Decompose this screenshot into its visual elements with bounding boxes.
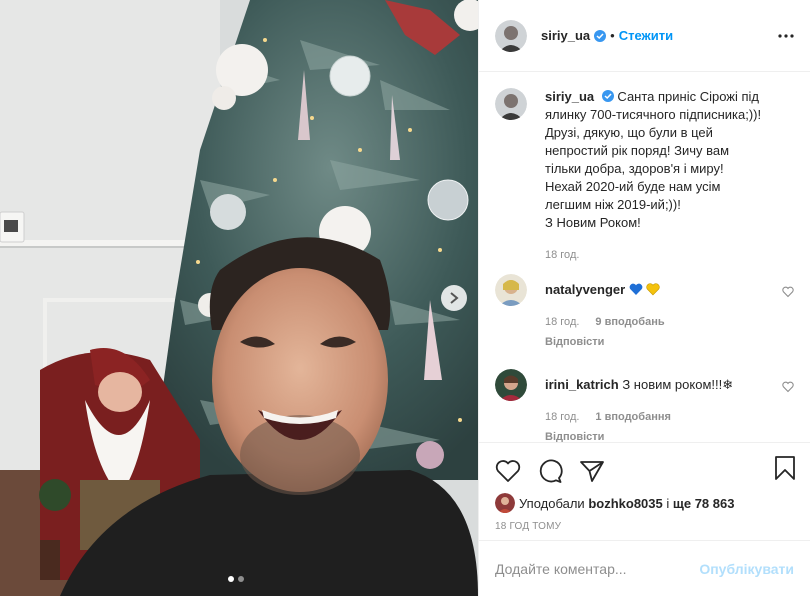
caption-line: тільки добра, здоров'я і миру! — [545, 161, 724, 176]
caption-line: Друзі, дякую, що були в цей — [545, 125, 713, 140]
liker-username[interactable]: bozhko8035 — [588, 496, 662, 511]
caption-username[interactable]: siriy_ua — [545, 89, 594, 104]
caption-line: Санта приніс Сірожі під — [617, 89, 760, 104]
caption-line: ялинку 700-тисячного підписника;))! — [545, 107, 762, 122]
action-icons — [479, 443, 810, 487]
follow-button[interactable]: Стежити — [619, 28, 673, 43]
commenter-avatar[interactable] — [495, 274, 527, 306]
likes-prefix: Уподобали — [519, 495, 585, 511]
post-header: siriy_ua • Стежити — [479, 0, 810, 72]
post-caption: siriy_ua Санта приніс Сірожі під ялинку … — [495, 88, 794, 264]
carousel-next-button[interactable] — [441, 285, 467, 311]
comment-meta: 18 год. 9 вподобань — [545, 313, 794, 331]
comment-text: З новим роком!!!❄ — [622, 377, 734, 392]
caption-line: непростий рік поряд! Зичу вам — [545, 143, 730, 158]
author-avatar[interactable] — [495, 88, 527, 120]
caption-line: З Новим Роком! — [545, 215, 641, 230]
comment-likes[interactable]: 1 вподобання — [595, 408, 670, 426]
comment-item: irini_katrich З новим роком!!!❄ 18 год. … — [495, 369, 794, 442]
photo-image — [0, 0, 478, 596]
post-time-ago[interactable]: 18 ГОД ТОМУ — [479, 515, 810, 532]
comment-meta: 18 год. 1 вподобання — [545, 408, 794, 426]
likes-summary: Уподобали bozhko8035 і ще 78 863 — [479, 487, 810, 515]
post-actions: Уподобали bozhko8035 і ще 78 863 18 ГОД … — [479, 442, 810, 596]
liker-avatar[interactable] — [495, 493, 515, 513]
comment-username[interactable]: natalyvenger — [545, 282, 625, 297]
comment-item: natalyvenger 18 год. 9 вподобань Відпові… — [495, 274, 794, 351]
caption-line: легшим ніж 2019-ий;))! — [545, 197, 681, 212]
heart-icon[interactable] — [495, 458, 521, 484]
comments-list: siriy_ua Санта приніс Сірожі під ялинку … — [479, 72, 810, 442]
next-arrow-icon — [450, 292, 459, 304]
author-username[interactable]: siriy_ua — [541, 28, 590, 43]
comment-likes[interactable]: 9 вподобань — [595, 313, 664, 331]
comment-icon[interactable] — [537, 458, 563, 484]
carousel-dot-active — [228, 576, 234, 582]
publish-button[interactable]: Опублікувати — [699, 561, 794, 577]
verified-icon — [594, 29, 607, 42]
author-avatar[interactable] — [495, 19, 527, 52]
comment-like-heart-icon[interactable] — [782, 286, 794, 298]
carousel-dot — [238, 576, 244, 582]
caption-line: Нехай 2020-ий буде нам усім — [545, 179, 721, 194]
post-photo[interactable] — [0, 0, 478, 596]
post-side-panel: siriy_ua • Стежити siriy_ua Санта приніс… — [478, 0, 810, 596]
comment-input[interactable] — [495, 560, 700, 577]
yellow-heart-icon — [646, 283, 661, 296]
follow-separator: • — [610, 28, 615, 43]
carousel-dots — [228, 576, 244, 582]
share-icon[interactable] — [579, 458, 605, 484]
commenter-avatar[interactable] — [495, 369, 527, 401]
likes-count[interactable]: ще 78 863 — [673, 496, 735, 511]
comment-body: natalyvenger 18 год. 9 вподобань Відпові… — [545, 274, 794, 351]
comment-like-heart-icon[interactable] — [782, 381, 794, 393]
reply-button[interactable]: Відповісти — [545, 428, 794, 442]
reply-button[interactable]: Відповісти — [545, 333, 794, 351]
comment-time: 18 год. — [545, 411, 580, 423]
caption-time: 18 год. — [545, 249, 580, 261]
comment-body: irini_katrich З новим роком!!!❄ 18 год. … — [545, 369, 794, 442]
verified-icon — [601, 90, 614, 102]
save-icon[interactable] — [774, 455, 796, 481]
more-icon[interactable] — [778, 28, 794, 44]
comment-time: 18 год. — [545, 316, 580, 328]
comment-username[interactable]: irini_katrich — [545, 377, 619, 392]
blue-heart-icon — [629, 283, 643, 295]
likes-mid: і — [666, 495, 670, 511]
caption-body: siriy_ua Санта приніс Сірожі під ялинку … — [545, 88, 794, 264]
add-comment-bar: Опублікувати — [479, 540, 810, 596]
